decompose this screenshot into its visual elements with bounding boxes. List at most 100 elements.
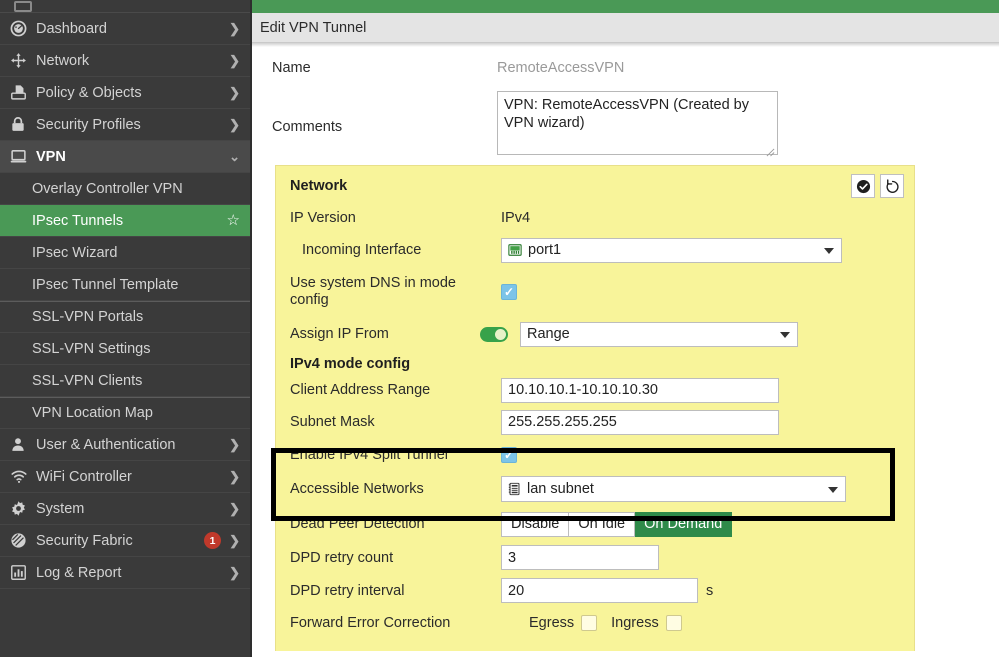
assign-ip-from-label: Assign IP From [290,326,389,342]
undo-arrow-icon[interactable] [880,174,904,198]
fec-ingress-checkbox[interactable] [665,615,682,631]
fec-checkbox-group: Egress Ingress [529,615,696,631]
name-label: Name [272,60,311,76]
incoming-interface-label: Incoming Interface [302,242,422,258]
dpd-retry-count-input[interactable]: 3 [501,545,659,570]
sidebar-top-stub [0,0,252,13]
sidebar-item-dashboard[interactable]: Dashboard ❯ [0,13,252,45]
name-value: RemoteAccessVPN [497,60,625,76]
wifi-icon [10,468,36,486]
check-circle-icon[interactable] [851,174,875,198]
assign-ip-from-row: Assign IP From Range [276,318,914,350]
ipv4-mode-config-heading: IPv4 mode config [290,356,411,372]
sidebar-item-ipsec-tunnel-template[interactable]: IPsec Tunnel Template [0,269,252,301]
sidebar-item-label: WiFi Controller [36,468,132,485]
assign-ip-from-value: Range [527,326,570,342]
dpd-retry-count-row: DPD retry count 3 [276,541,914,574]
fec-ingress-label: Ingress [611,615,659,631]
chart-bars-icon [10,564,36,582]
sidebar-item-label: Network [36,52,90,69]
network-panel-title: Network [290,178,348,194]
dpd-retry-interval-input[interactable]: 20 [501,578,698,603]
comments-textarea[interactable] [497,91,778,155]
accessible-networks-row: Accessible Networks lan subnet [276,471,914,507]
client-address-range-label: Client Address Range [290,382,431,398]
sidebar-item-system[interactable]: System ❯ [0,493,252,525]
chevron-right-icon: ❯ [229,565,240,580]
system-dns-label: Use system DNS in mode config [290,274,456,308]
name-field-row: Name RemoteAccessVPN [272,55,999,91]
sidebar-item-sslvpn-portals[interactable]: SSL-VPN Portals [0,301,252,333]
incoming-interface-select[interactable]: port1 [501,237,842,263]
split-tunnel-label: Enable IPv4 Split Tunnel [290,446,448,463]
chevron-down-icon [780,332,790,338]
system-dns-checkbox[interactable]: ✓ [501,284,517,300]
sidebar-item-label: System [36,500,85,517]
favorite-star-icon[interactable]: ☆ [227,213,240,228]
sidebar-item-user-authentication[interactable]: User & Authentication ❯ [0,429,252,461]
sidebar-item-overlay-controller-vpn[interactable]: Overlay Controller VPN [0,173,252,205]
app-root: Dashboard ❯ Network ❯ Policy & Objects ❯ [0,0,999,657]
incoming-interface-value: port1 [528,242,562,258]
dpd-retry-interval-label: DPD retry interval [290,582,405,599]
subnet-mask-label: Subnet Mask [290,414,375,430]
network-panel-header: Network [276,166,914,202]
sidebar-item-security-fabric[interactable]: Security Fabric 1 ❯ [0,525,252,557]
comments-field-row: Comments [272,91,999,171]
sidebar-item-label: IPsec Tunnel Template [32,276,179,293]
network-port-icon [508,243,522,257]
sidebar-item-wifi-controller[interactable]: WiFi Controller ❯ [0,461,252,493]
assign-ip-from-toggle[interactable] [480,326,508,342]
sidebar-item-label: Policy & Objects [36,84,142,101]
system-dns-row: Use system DNS in mode config ✓ [276,266,914,318]
subnet-mask-row: Subnet Mask 255.255.255.255 [276,406,914,438]
sidebar-item-ipsec-wizard[interactable]: IPsec Wizard [0,237,252,269]
comments-textarea-wrap [497,91,778,160]
status-badge: 1 [204,532,222,549]
chevron-right-icon: ❯ [229,117,240,132]
assign-ip-from-select[interactable]: Range [520,321,798,347]
dpd-option-disable[interactable]: Disable [501,511,570,537]
dpd-option-on-demand[interactable]: On Demand [635,511,733,537]
sidebar-item-label: SSL-VPN Clients [32,372,143,389]
accessible-networks-select[interactable]: lan subnet [501,476,846,502]
network-settings-panel: Network IP Version IPv4 Incoming Interfa… [275,165,915,652]
comments-label: Comments [272,119,343,135]
sidebar-item-sslvpn-settings[interactable]: SSL-VPN Settings [0,333,252,365]
chevron-right-icon: ❯ [229,533,240,548]
forward-error-correction-label: Forward Error Correction [290,615,451,631]
sidebar-item-ipsec-tunnels[interactable]: IPsec Tunnels ☆ [0,205,252,237]
sidebar-item-network[interactable]: Network ❯ [0,45,252,77]
split-tunnel-row: Enable IPv4 Split Tunnel ✓ [276,438,914,471]
dead-peer-detection-row: Dead Peer Detection Disable On Idle On D… [276,507,914,541]
bottom-white-strip [252,651,999,657]
top-green-bar [252,0,999,13]
fec-egress-checkbox[interactable] [581,615,598,631]
sidebar-item-log-report[interactable]: Log & Report ❯ [0,557,252,589]
chevron-down-icon [824,248,834,254]
ip-version-row: IP Version IPv4 [276,202,914,234]
sidebar-item-vpn-location-map[interactable]: VPN Location Map [0,397,252,429]
sidebar-item-label: SSL-VPN Settings [32,340,151,357]
sidebar-item-label: Overlay Controller VPN [32,180,183,197]
chevron-right-icon: ❯ [229,53,240,68]
client-address-range-row: Client Address Range 10.10.10.1-10.10.10… [276,374,914,406]
address-object-icon [508,482,521,496]
client-address-range-input[interactable]: 10.10.10.1-10.10.10.30 [501,377,779,403]
dpd-option-on-idle[interactable]: On Idle [569,511,636,537]
dead-peer-detection-segmented-control: Disable On Idle On Demand [501,511,733,537]
vpn-tunnel-form-top: Name RemoteAccessVPN Comments [252,47,999,171]
dpd-retry-count-label: DPD retry count [290,549,394,566]
subnet-mask-input[interactable]: 255.255.255.255 [501,409,779,435]
accessible-networks-label: Accessible Networks [290,481,424,497]
accessible-networks-value: lan subnet [527,481,594,497]
sidebar-item-sslvpn-clients[interactable]: SSL-VPN Clients [0,365,252,397]
main-content-area: Edit VPN Tunnel Name RemoteAccessVPN Com… [252,0,999,657]
chevron-down-icon: ⌄ [229,149,240,164]
split-tunnel-checkbox[interactable]: ✓ [501,446,517,463]
sidebar-item-label: Dashboard [36,20,107,37]
chevron-down-icon [828,487,838,493]
sidebar-item-vpn[interactable]: VPN ⌄ [0,141,252,173]
sidebar-item-security-profiles[interactable]: Security Profiles ❯ [0,109,252,141]
sidebar-item-policy-objects[interactable]: Policy & Objects ❯ [0,77,252,109]
